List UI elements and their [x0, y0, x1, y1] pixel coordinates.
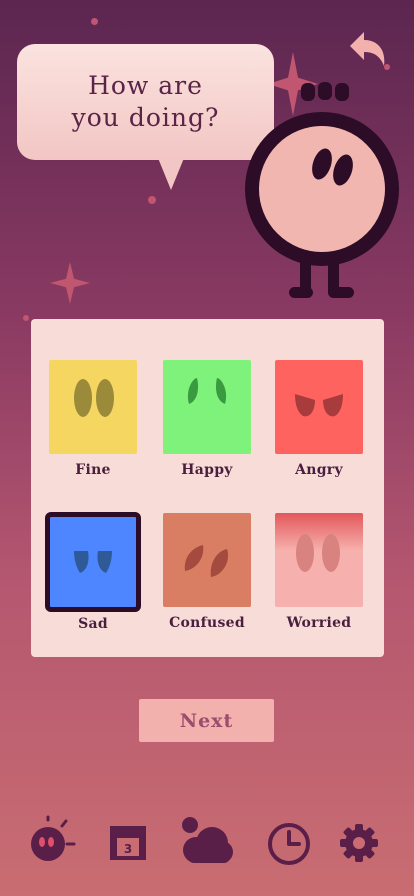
- undo-arrow-icon: [350, 32, 385, 66]
- sad-eyes: [74, 551, 112, 573]
- mood-label: Fine: [75, 462, 111, 478]
- calendar-icon: 3: [110, 826, 146, 860]
- mood-label: Angry: [295, 462, 343, 478]
- nav-settings-button[interactable]: [331, 812, 387, 872]
- page-title: How are you doing?: [71, 71, 220, 132]
- nav-history-button[interactable]: [261, 812, 317, 872]
- decor-dot: [23, 315, 29, 321]
- mood-option-sad[interactable]: Sad: [43, 512, 143, 632]
- calendar-day: 3: [124, 842, 132, 856]
- worried-face-icon[interactable]: [275, 513, 363, 607]
- mood-option-confused[interactable]: Confused: [157, 513, 257, 631]
- speech-bubble: How are you doing?: [17, 44, 274, 160]
- nav-weather-button[interactable]: [178, 812, 234, 872]
- fine-eyes: [74, 379, 114, 417]
- weather-icon: [182, 817, 233, 863]
- confused-face-icon[interactable]: [163, 513, 251, 607]
- settings-gear-icon: [340, 824, 378, 862]
- mascot-foot: [328, 287, 354, 298]
- angry-eyes: [295, 394, 343, 417]
- mood-label: Happy: [181, 462, 233, 478]
- happy-face-icon[interactable]: [163, 360, 251, 454]
- mood-option-angry[interactable]: Angry: [269, 360, 369, 478]
- mood-label: Worried: [286, 615, 352, 631]
- nav-mood-button[interactable]: [24, 812, 80, 872]
- confused-eyes: [184, 545, 229, 577]
- next-button[interactable]: Next: [139, 699, 274, 742]
- history-clock-icon: [268, 823, 310, 865]
- angry-face-icon[interactable]: [275, 360, 363, 454]
- sparkle-icon: [50, 262, 90, 304]
- worried-eyes: [296, 534, 340, 572]
- mood-picker-panel: Fine Happy Angry Sad Confused Worried: [31, 319, 384, 657]
- mascot-head-bump: [335, 83, 349, 101]
- mascot-head-bump: [301, 83, 315, 101]
- mood-option-happy[interactable]: Happy: [157, 360, 257, 478]
- mood-option-worried[interactable]: Worried: [269, 513, 369, 631]
- happy-eyes: [187, 378, 227, 404]
- mascot-body: [245, 112, 399, 266]
- nav-calendar-button[interactable]: 3: [100, 812, 156, 872]
- mascot-head-bump: [318, 82, 332, 100]
- mood-label: Sad: [78, 616, 108, 632]
- speech-bubble-tail: [158, 158, 184, 190]
- fine-face-icon[interactable]: [49, 360, 137, 454]
- sad-face-icon[interactable]: [45, 512, 141, 612]
- bottom-navigation: 3: [0, 812, 414, 872]
- back-button[interactable]: [344, 28, 390, 74]
- decor-dot: [91, 18, 98, 25]
- mascot-foot: [289, 287, 313, 298]
- mood-icon: [31, 815, 76, 861]
- mood-option-fine[interactable]: Fine: [43, 360, 143, 478]
- decor-dot: [148, 196, 156, 204]
- mood-label: Confused: [169, 615, 245, 631]
